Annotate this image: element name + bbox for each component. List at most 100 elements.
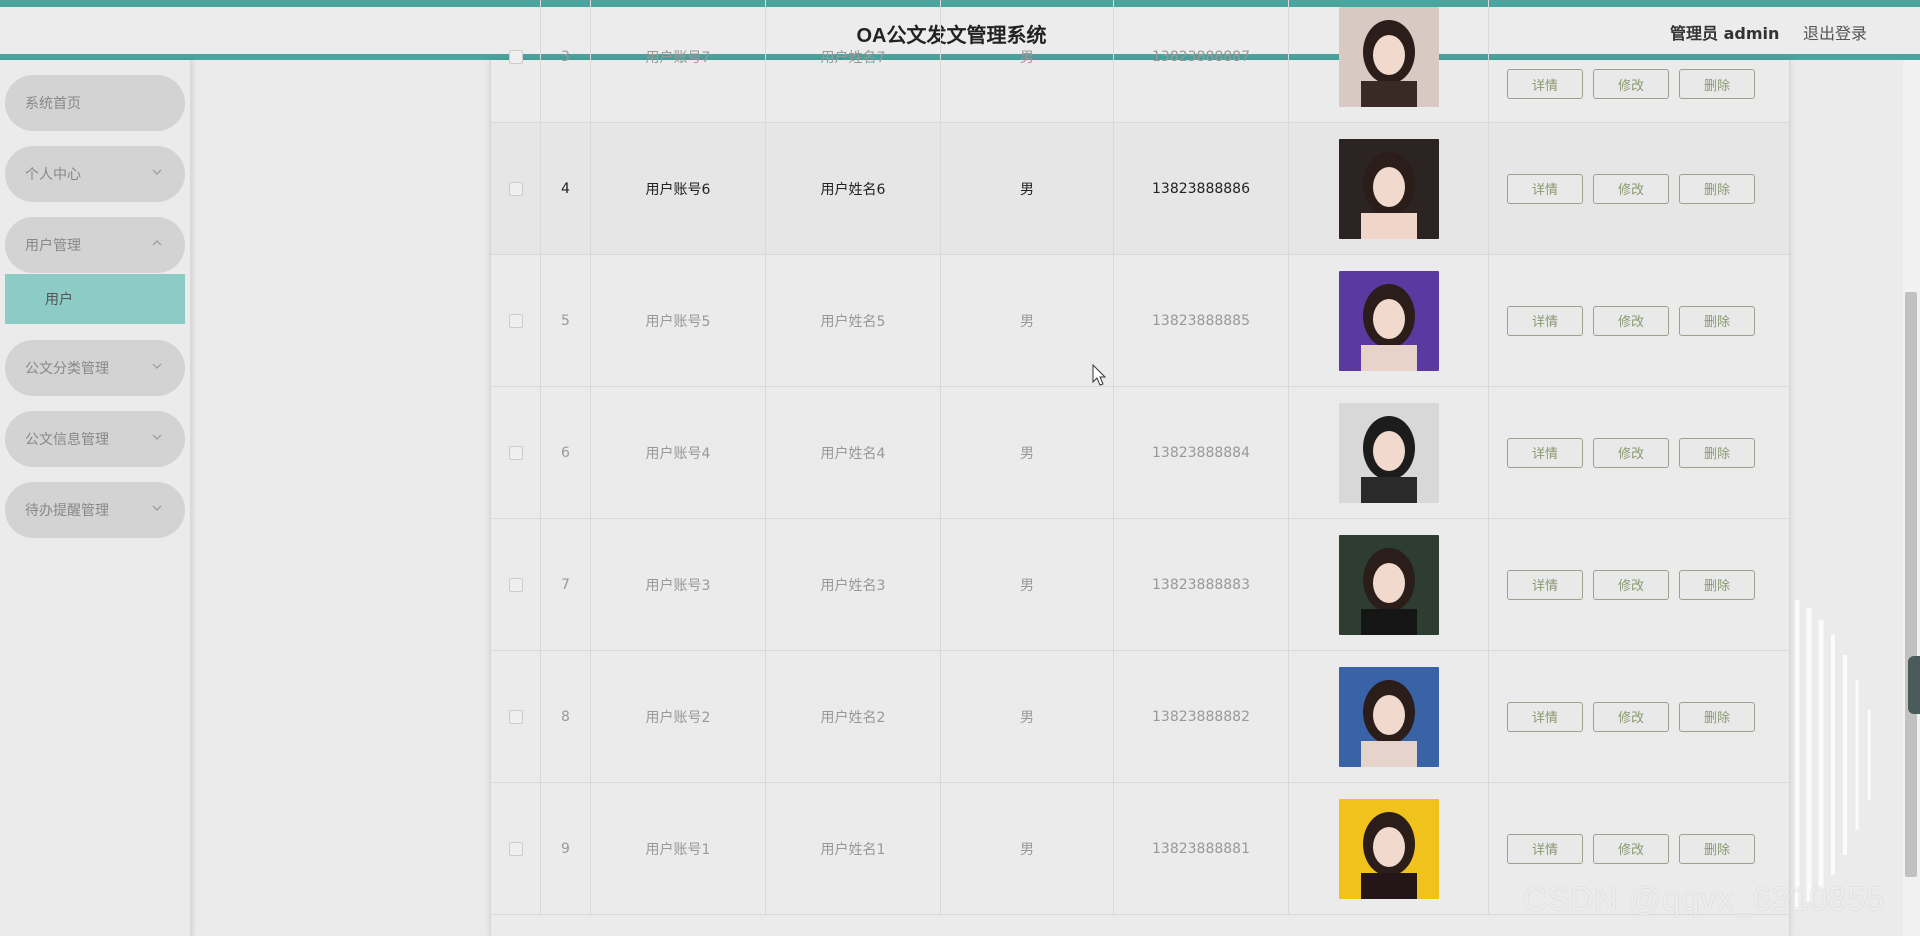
row-checkbox[interactable] <box>508 445 523 460</box>
delete-button[interactable]: 删除 <box>1679 569 1755 600</box>
user-name-cell: 用户姓名6 <box>766 123 941 254</box>
user-avatar-photo <box>1338 402 1439 503</box>
table-row[interactable]: 4 用户账号6 用户姓名6 男 13823888886 详情 修改 删除 <box>491 123 1789 255</box>
row-checkbox[interactable] <box>508 577 523 592</box>
delete-button[interactable]: 删除 <box>1679 437 1755 468</box>
floating-side-widget[interactable] <box>1908 656 1920 714</box>
select-cell <box>491 255 541 386</box>
edit-button[interactable]: 修改 <box>1593 833 1669 864</box>
table-row[interactable]: 5 用户账号5 用户姓名5 男 13823888885 详情 修改 删除 <box>491 255 1789 387</box>
detail-button[interactable]: 详情 <box>1507 701 1583 732</box>
edit-button[interactable]: 修改 <box>1593 569 1669 600</box>
sidebar-item-user-management[interactable]: 用户管理 <box>5 217 185 273</box>
row-actions: 详情 修改 删除 <box>1489 255 1789 386</box>
row-actions: 详情 修改 删除 <box>1489 519 1789 650</box>
row-index: 8 <box>541 651 591 782</box>
select-cell <box>491 651 541 782</box>
delete-button[interactable]: 删除 <box>1679 305 1755 336</box>
user-name-cell: 用户姓名7 <box>766 0 941 122</box>
row-checkbox[interactable] <box>508 709 523 724</box>
delete-button[interactable]: 删除 <box>1679 173 1755 204</box>
select-cell <box>491 783 541 914</box>
scrollbar-thumb[interactable] <box>1905 292 1917 877</box>
row-checkbox[interactable] <box>508 181 523 196</box>
user-avatar-photo <box>1338 534 1439 635</box>
user-avatar-photo <box>1338 270 1439 371</box>
row-actions: 详情 修改 删除 <box>1489 387 1789 518</box>
user-name-cell: 用户姓名5 <box>766 255 941 386</box>
sidebar: 系统首页 个人中心 用户管理 用户 公文分类管理 公文信息管理 待办提醒管理 <box>0 60 191 936</box>
sidebar-subitem-users[interactable]: 用户 <box>5 274 185 324</box>
user-name-cell: 用户姓名4 <box>766 387 941 518</box>
row-index: 9 <box>541 783 591 914</box>
user-account-cell: 用户账号2 <box>591 651 766 782</box>
detail-button[interactable]: 详情 <box>1507 833 1583 864</box>
table-row[interactable]: 8 用户账号2 用户姓名2 男 13823888882 详情 修改 删除 <box>491 651 1789 783</box>
detail-button[interactable]: 详情 <box>1507 69 1583 99</box>
sidebar-item-label: 公文分类管理 <box>25 361 109 377</box>
user-avatar-photo <box>1338 6 1439 107</box>
row-index: 3 <box>541 0 591 122</box>
user-phone-cell: 13823888886 <box>1114 123 1289 254</box>
user-sex-cell: 男 <box>941 651 1114 782</box>
user-sex-cell: 男 <box>941 387 1114 518</box>
chevron-down-icon <box>152 363 162 369</box>
watermark: CSDN @qqvx_6310855 <box>1523 880 1885 917</box>
detail-button[interactable]: 详情 <box>1507 569 1583 600</box>
sidebar-item-label: 待办提醒管理 <box>25 503 109 519</box>
user-phone-cell: 13823888887 <box>1114 0 1289 122</box>
user-sex-cell: 男 <box>941 783 1114 914</box>
table-row[interactable]: 6 用户账号4 用户姓名4 男 13823888884 详情 修改 删除 <box>491 387 1789 519</box>
row-actions: 详情 修改 删除 <box>1489 0 1789 122</box>
table-row[interactable]: 3 用户账号7 用户姓名7 男 13823888887 详情 修改 删除 <box>491 0 1789 123</box>
sidebar-item-label: 公文信息管理 <box>25 432 109 448</box>
select-cell <box>491 519 541 650</box>
detail-button[interactable]: 详情 <box>1507 305 1583 336</box>
row-checkbox[interactable] <box>508 49 523 64</box>
user-sex-cell: 男 <box>941 255 1114 386</box>
edit-button[interactable]: 修改 <box>1593 173 1669 204</box>
edit-button[interactable]: 修改 <box>1593 305 1669 336</box>
user-phone-cell: 13823888885 <box>1114 255 1289 386</box>
detail-button[interactable]: 详情 <box>1507 437 1583 468</box>
sidebar-item-personal-center[interactable]: 个人中心 <box>5 146 185 202</box>
user-photo-cell <box>1289 519 1489 650</box>
select-cell <box>491 387 541 518</box>
sidebar-item-doc-info[interactable]: 公文信息管理 <box>5 411 185 467</box>
sidebar-item-label: 用户管理 <box>25 238 81 254</box>
user-photo-cell <box>1289 387 1489 518</box>
user-photo-cell <box>1289 0 1489 122</box>
sidebar-subitem-label: 用户 <box>45 292 73 308</box>
row-index: 4 <box>541 123 591 254</box>
delete-button[interactable]: 删除 <box>1679 701 1755 732</box>
sidebar-item-doc-category[interactable]: 公文分类管理 <box>5 340 185 396</box>
delete-button[interactable]: 删除 <box>1679 69 1755 99</box>
user-phone-cell: 13823888883 <box>1114 519 1289 650</box>
user-account-cell: 用户账号1 <box>591 783 766 914</box>
sidebar-item-todo-reminder[interactable]: 待办提醒管理 <box>5 482 185 538</box>
sidebar-item-home[interactable]: 系统首页 <box>5 75 185 131</box>
user-account-cell: 用户账号5 <box>591 255 766 386</box>
table-row[interactable]: 7 用户账号3 用户姓名3 男 13823888883 详情 修改 删除 <box>491 519 1789 651</box>
logout-link[interactable]: 退出登录 <box>1803 20 1867 44</box>
edit-button[interactable]: 修改 <box>1593 701 1669 732</box>
user-name-cell: 用户姓名2 <box>766 651 941 782</box>
chevron-down-icon <box>152 434 162 440</box>
row-checkbox[interactable] <box>508 841 523 856</box>
user-photo-cell <box>1289 123 1489 254</box>
user-name-cell: 用户姓名1 <box>766 783 941 914</box>
user-phone-cell: 13823888884 <box>1114 387 1289 518</box>
edit-button[interactable]: 修改 <box>1593 437 1669 468</box>
sidebar-item-label: 个人中心 <box>25 167 81 183</box>
user-avatar-photo <box>1338 798 1439 899</box>
row-checkbox[interactable] <box>508 313 523 328</box>
row-index: 7 <box>541 519 591 650</box>
delete-button[interactable]: 删除 <box>1679 833 1755 864</box>
user-sex-cell: 男 <box>941 123 1114 254</box>
detail-button[interactable]: 详情 <box>1507 173 1583 204</box>
user-photo-cell <box>1289 651 1489 782</box>
user-phone-cell: 13823888882 <box>1114 651 1289 782</box>
user-photo-cell <box>1289 783 1489 914</box>
edit-button[interactable]: 修改 <box>1593 69 1669 99</box>
mouse-cursor-icon <box>1092 364 1107 386</box>
